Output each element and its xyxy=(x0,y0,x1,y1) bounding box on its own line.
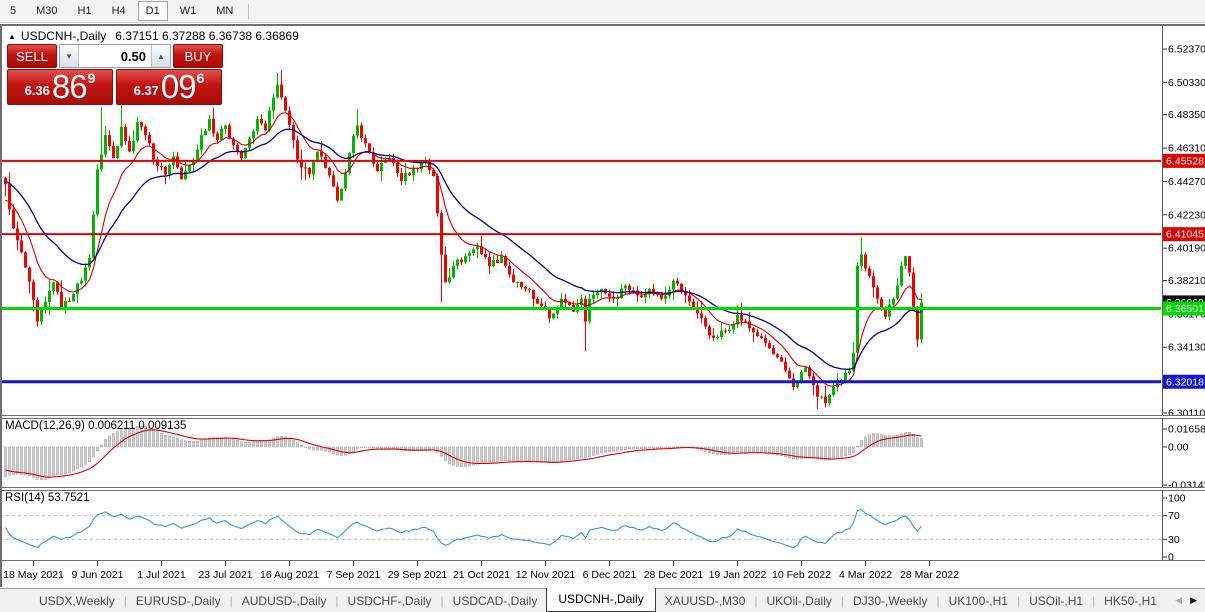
chart-window-top-border xyxy=(0,24,1205,26)
trading-terminal-window: 5 M30 H1 H4 D1 W1 MN 6.52370 6.50330 6.48350 6.46… xyxy=(0,0,1205,612)
svg-text:6.36501: 6.36501 xyxy=(1166,303,1204,315)
svg-text:10 Feb 2022: 10 Feb 2022 xyxy=(772,569,831,581)
timeframe-button-w1[interactable]: W1 xyxy=(172,1,205,21)
svg-text:18 May 2021: 18 May 2021 xyxy=(3,569,64,581)
svg-text:6.50330: 6.50330 xyxy=(1168,77,1205,89)
chart-tab-usdchf-daily[interactable]: USDCHF-,Daily xyxy=(339,591,441,611)
chart-window-left-border xyxy=(0,24,2,587)
volume-increase-button[interactable]: ▲ xyxy=(151,45,170,67)
quote-panel-price-row: 6.36 86 9 6.37 09 6 xyxy=(7,69,223,105)
chart-tab-bar: USDX,Weekly | EURUSD-,Daily | AUDUSD-,Daily |… xyxy=(0,587,1205,612)
svg-text:28 Dec 2021: 28 Dec 2021 xyxy=(644,569,704,581)
chart-tab-usdcad-daily[interactable]: USDCAD-,Daily xyxy=(444,591,547,611)
svg-text:30: 30 xyxy=(1168,534,1180,546)
svg-text:6.52370: 6.52370 xyxy=(1168,44,1205,56)
timeframe-button-h4[interactable]: H4 xyxy=(104,1,134,21)
svg-text:7 Sep 2021: 7 Sep 2021 xyxy=(327,569,381,581)
svg-text:6.38210: 6.38210 xyxy=(1168,275,1205,287)
buy-price-pip-digit: 6 xyxy=(196,70,205,86)
svg-text:23 Jul 2021: 23 Jul 2021 xyxy=(198,569,252,581)
sell-button[interactable]: SELL xyxy=(7,44,57,68)
rsi-indicator-label: RSI(14) 53.7521 xyxy=(5,492,90,504)
volume-control: ▼ ▲ xyxy=(59,44,171,68)
svg-text:6.41045: 6.41045 xyxy=(1166,229,1204,241)
chart-tab-ukoil-daily[interactable]: UKOil-,Daily xyxy=(758,591,841,611)
svg-text:1 Jul 2021: 1 Jul 2021 xyxy=(137,569,186,581)
buy-price-prefix: 6.37 xyxy=(133,83,159,98)
timeframe-button-5[interactable]: 5 xyxy=(2,1,24,21)
svg-text:6.45528: 6.45528 xyxy=(1166,155,1204,167)
collapse-triangle-icon[interactable]: ▲ xyxy=(8,32,16,41)
chart-tab-audusd-daily[interactable]: AUDUSD-,Daily xyxy=(233,591,336,611)
svg-text:19 Jan 2022: 19 Jan 2022 xyxy=(709,569,767,581)
svg-text:6.34130: 6.34130 xyxy=(1168,342,1205,354)
chart-tab-eurusd-daily[interactable]: EURUSD-,Daily xyxy=(127,591,230,611)
svg-text:21 Oct 2021: 21 Oct 2021 xyxy=(453,569,510,581)
svg-text:6.32018: 6.32018 xyxy=(1166,376,1204,388)
svg-text:6.40190: 6.40190 xyxy=(1168,243,1205,255)
sell-price-button[interactable]: 6.36 86 9 xyxy=(7,69,113,105)
timeframe-button-h1[interactable]: H1 xyxy=(70,1,100,21)
volume-decrease-button[interactable]: ▼ xyxy=(60,45,79,67)
svg-text:12 Nov 2021: 12 Nov 2021 xyxy=(516,569,576,581)
macd-rsi-panel-divider[interactable] xyxy=(0,487,1205,491)
svg-text:0: 0 xyxy=(1168,552,1174,564)
price-macd-panel-divider[interactable] xyxy=(0,415,1205,419)
chart-title: USDCNH-,Daily xyxy=(20,29,107,43)
chart-tab-usdx-weekly[interactable]: USDX,Weekly xyxy=(30,591,124,611)
toolbar-separator xyxy=(248,3,250,19)
timeframe-button-m30[interactable]: M30 xyxy=(28,1,65,21)
chart-tab-usoil-h1[interactable]: USOil-,H1 xyxy=(1020,591,1092,611)
svg-text:6.46310: 6.46310 xyxy=(1168,143,1205,155)
svg-text:6 Dec 2021: 6 Dec 2021 xyxy=(583,569,637,581)
svg-text:4 Mar 2022: 4 Mar 2022 xyxy=(839,569,892,581)
chart-tab-dj30-weekly[interactable]: DJ30-,Weekly xyxy=(844,591,936,611)
macd-indicator-label: MACD(12,26,9) 0.006211 0.009135 xyxy=(5,420,187,432)
svg-text:28 Mar 2022: 28 Mar 2022 xyxy=(900,569,959,581)
chart-tab-usdcnh-daily[interactable]: USDCNH-,Daily xyxy=(546,587,656,612)
one-click-trading-panel: SELL ▼ ▲ BUY 6.36 86 9 6.37 09 6 xyxy=(7,44,223,105)
svg-text:6.44270: 6.44270 xyxy=(1168,176,1205,188)
svg-text:0.00: 0.00 xyxy=(1168,442,1189,454)
chart-header: ▲ USDCNH-,Daily 6.37151 6.37288 6.36738 6.… xyxy=(8,29,299,43)
tab-scroll-right-icon[interactable]: ▶ xyxy=(1190,595,1197,606)
buy-price-big-digits: 09 xyxy=(160,68,197,105)
svg-text:6.48350: 6.48350 xyxy=(1168,109,1205,121)
rsi-timeaxis-divider xyxy=(0,560,1205,561)
chart-tab-xauusd-m30[interactable]: XAUUSD-,M30 xyxy=(656,591,755,611)
svg-text:70: 70 xyxy=(1168,510,1180,522)
buy-price-button[interactable]: 6.37 09 6 xyxy=(116,69,222,105)
timeframe-toolbar: 5 M30 H1 H4 D1 W1 MN xyxy=(0,0,1205,23)
tab-scroll-arrows: ◀ ▶ xyxy=(1175,595,1205,606)
tab-scroll-left-icon[interactable]: ◀ xyxy=(1175,595,1182,606)
buy-button[interactable]: BUY xyxy=(173,44,223,68)
sell-price-big-digits: 86 xyxy=(51,68,88,105)
svg-text:16 Aug 2021: 16 Aug 2021 xyxy=(260,569,319,581)
timeframe-button-mn[interactable]: MN xyxy=(208,1,241,21)
timeframe-button-d1[interactable]: D1 xyxy=(137,1,168,21)
chart-ohlc-values: 6.37151 6.37288 6.36738 6.36869 xyxy=(115,29,299,43)
chart-tab-uk100-h1[interactable]: UK100-,H1 xyxy=(940,591,1017,611)
sell-price-prefix: 6.36 xyxy=(24,83,50,98)
svg-text:6.42230: 6.42230 xyxy=(1168,209,1205,221)
svg-text:29 Sep 2021: 29 Sep 2021 xyxy=(388,569,448,581)
svg-text:9 Jun 2021: 9 Jun 2021 xyxy=(72,569,124,581)
svg-text:0.016586: 0.016586 xyxy=(1168,424,1205,436)
sell-price-pip-digit: 9 xyxy=(87,70,96,86)
chart-tab-hk50-h1[interactable]: HK50-,H1 xyxy=(1095,591,1166,611)
quote-panel-top-row: SELL ▼ ▲ BUY xyxy=(7,44,223,68)
volume-input[interactable] xyxy=(79,45,151,67)
svg-text:100: 100 xyxy=(1168,493,1186,505)
